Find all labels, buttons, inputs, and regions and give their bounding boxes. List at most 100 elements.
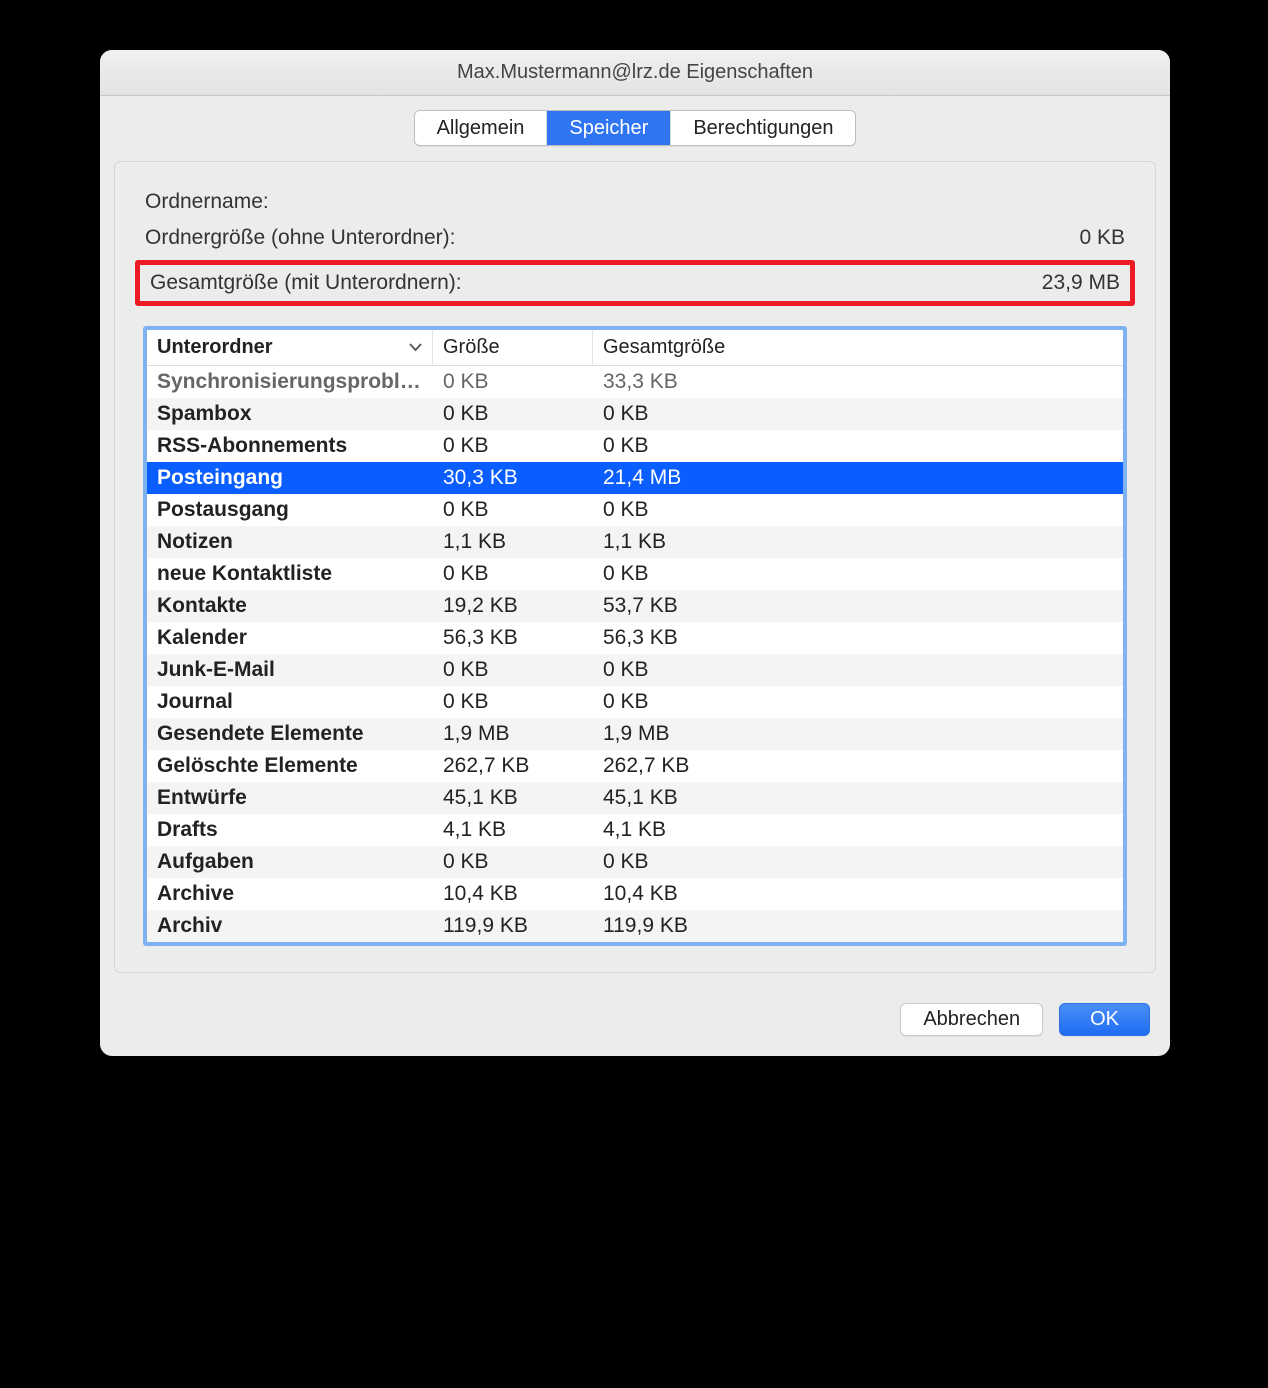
cell-name: RSS-Abonnements: [147, 430, 433, 462]
cell-name: Journal: [147, 686, 433, 718]
cell-total: 0 KB: [593, 654, 1123, 686]
cell-size: 0 KB: [433, 494, 593, 526]
table-row[interactable]: Kalender56,3 KB56,3 KB: [147, 622, 1123, 654]
content-area: Allgemein Speicher Berechtigungen Ordner…: [100, 96, 1170, 987]
total-size-value: 23,9 MB: [1042, 271, 1120, 295]
table-row[interactable]: Journal0 KB0 KB: [147, 686, 1123, 718]
info-folder-size: Ordnergröße (ohne Unterordner): 0 KB: [143, 220, 1127, 256]
cell-name: neue Kontaktliste: [147, 558, 433, 590]
chevron-down-icon: [409, 343, 422, 352]
header-total-text: Gesamtgröße: [603, 336, 725, 359]
cell-name: Entwürfe: [147, 782, 433, 814]
table-row[interactable]: RSS-Abonnements0 KB0 KB: [147, 430, 1123, 462]
column-header-name[interactable]: Unterordner: [147, 330, 433, 365]
cancel-button[interactable]: Abbrechen: [900, 1003, 1043, 1036]
cell-name: Drafts: [147, 814, 433, 846]
cell-name: Synchronisierungsproble...: [147, 366, 433, 398]
table-row[interactable]: Kontakte19,2 KB53,7 KB: [147, 590, 1123, 622]
column-header-total[interactable]: Gesamtgröße: [593, 330, 1123, 365]
cell-size: 4,1 KB: [433, 814, 593, 846]
cell-total: 0 KB: [593, 686, 1123, 718]
info-total-size: Gesamtgröße (mit Unterordnern): 23,9 MB: [148, 267, 1122, 299]
cell-total: 1,1 KB: [593, 526, 1123, 558]
total-size-highlight: Gesamtgröße (mit Unterordnern): 23,9 MB: [135, 260, 1135, 306]
cell-total: 56,3 KB: [593, 622, 1123, 654]
info-folder-name: Ordnername:: [143, 184, 1127, 220]
tab-berechtigungen[interactable]: Berechtigungen: [671, 111, 855, 145]
table-row[interactable]: Gesendete Elemente1,9 MB1,9 MB: [147, 718, 1123, 750]
tab-row: Allgemein Speicher Berechtigungen: [114, 110, 1156, 146]
cell-size: 119,9 KB: [433, 910, 593, 942]
cell-name: Gelöschte Elemente: [147, 750, 433, 782]
segmented-control: Allgemein Speicher Berechtigungen: [414, 110, 857, 146]
cell-name: Aufgaben: [147, 846, 433, 878]
header-size-text: Größe: [443, 336, 500, 359]
tab-allgemein[interactable]: Allgemein: [415, 111, 548, 145]
table-header: Unterordner Größe Gesamtgröße: [147, 330, 1123, 366]
ok-button[interactable]: OK: [1059, 1003, 1150, 1036]
cell-size: 0 KB: [433, 686, 593, 718]
cell-name: Postausgang: [147, 494, 433, 526]
folder-size-label: Ordnergröße (ohne Unterordner):: [145, 226, 455, 250]
tab-panel: Ordnername: Ordnergröße (ohne Unterordne…: [114, 161, 1156, 973]
header-name-text: Unterordner: [157, 336, 273, 359]
cell-name: Notizen: [147, 526, 433, 558]
cell-total: 262,7 KB: [593, 750, 1123, 782]
cell-size: 30,3 KB: [433, 462, 593, 494]
table-row[interactable]: Gelöschte Elemente262,7 KB262,7 KB: [147, 750, 1123, 782]
folder-name-label: Ordnername:: [145, 190, 269, 214]
cell-size: 10,4 KB: [433, 878, 593, 910]
cell-size: 56,3 KB: [433, 622, 593, 654]
table-row[interactable]: Notizen1,1 KB1,1 KB: [147, 526, 1123, 558]
cell-size: 45,1 KB: [433, 782, 593, 814]
cell-total: 0 KB: [593, 430, 1123, 462]
table-row[interactable]: Synchronisierungsproble...0 KB33,3 KB: [147, 366, 1123, 398]
cell-total: 0 KB: [593, 494, 1123, 526]
column-header-size[interactable]: Größe: [433, 330, 593, 365]
cell-total: 0 KB: [593, 846, 1123, 878]
window-title: Max.Mustermann@lrz.de Eigenschaften: [100, 50, 1170, 96]
cell-size: 19,2 KB: [433, 590, 593, 622]
cell-name: Archiv: [147, 910, 433, 942]
cell-total: 119,9 KB: [593, 910, 1123, 942]
cell-total: 4,1 KB: [593, 814, 1123, 846]
cell-size: 1,9 MB: [433, 718, 593, 750]
cell-size: 0 KB: [433, 846, 593, 878]
cell-name: Kontakte: [147, 590, 433, 622]
table-row[interactable]: Posteingang30,3 KB21,4 MB: [147, 462, 1123, 494]
folder-size-value: 0 KB: [1079, 226, 1125, 250]
cell-total: 0 KB: [593, 398, 1123, 430]
cell-size: 0 KB: [433, 654, 593, 686]
table-row[interactable]: Aufgaben0 KB0 KB: [147, 846, 1123, 878]
cell-total: 21,4 MB: [593, 462, 1123, 494]
cell-name: Kalender: [147, 622, 433, 654]
cell-size: 0 KB: [433, 398, 593, 430]
cell-total: 53,7 KB: [593, 590, 1123, 622]
cell-total: 45,1 KB: [593, 782, 1123, 814]
dialog-buttons: Abbrechen OK: [100, 987, 1170, 1056]
cell-size: 262,7 KB: [433, 750, 593, 782]
table-row[interactable]: Spambox0 KB0 KB: [147, 398, 1123, 430]
cell-name: Junk-E-Mail: [147, 654, 433, 686]
table-row[interactable]: Entwürfe45,1 KB45,1 KB: [147, 782, 1123, 814]
cell-total: 0 KB: [593, 558, 1123, 590]
tab-speicher[interactable]: Speicher: [547, 111, 671, 145]
table-row[interactable]: Postausgang0 KB0 KB: [147, 494, 1123, 526]
table-row[interactable]: Archive10,4 KB10,4 KB: [147, 878, 1123, 910]
subfolder-table: Unterordner Größe Gesamtgröße Synchronis…: [143, 326, 1127, 946]
cell-name: Gesendete Elemente: [147, 718, 433, 750]
cell-name: Spambox: [147, 398, 433, 430]
table-row[interactable]: Drafts4,1 KB4,1 KB: [147, 814, 1123, 846]
cell-size: 1,1 KB: [433, 526, 593, 558]
cell-size: 0 KB: [433, 558, 593, 590]
table-body: Synchronisierungsproble...0 KB33,3 KBSpa…: [147, 366, 1123, 942]
cell-total: 33,3 KB: [593, 366, 1123, 398]
cell-total: 1,9 MB: [593, 718, 1123, 750]
table-row[interactable]: Junk-E-Mail0 KB0 KB: [147, 654, 1123, 686]
table-row[interactable]: neue Kontaktliste0 KB0 KB: [147, 558, 1123, 590]
properties-window: Max.Mustermann@lrz.de Eigenschaften Allg…: [100, 50, 1170, 1056]
cell-name: Posteingang: [147, 462, 433, 494]
cell-size: 0 KB: [433, 366, 593, 398]
cell-total: 10,4 KB: [593, 878, 1123, 910]
table-row[interactable]: Archiv119,9 KB119,9 KB: [147, 910, 1123, 942]
